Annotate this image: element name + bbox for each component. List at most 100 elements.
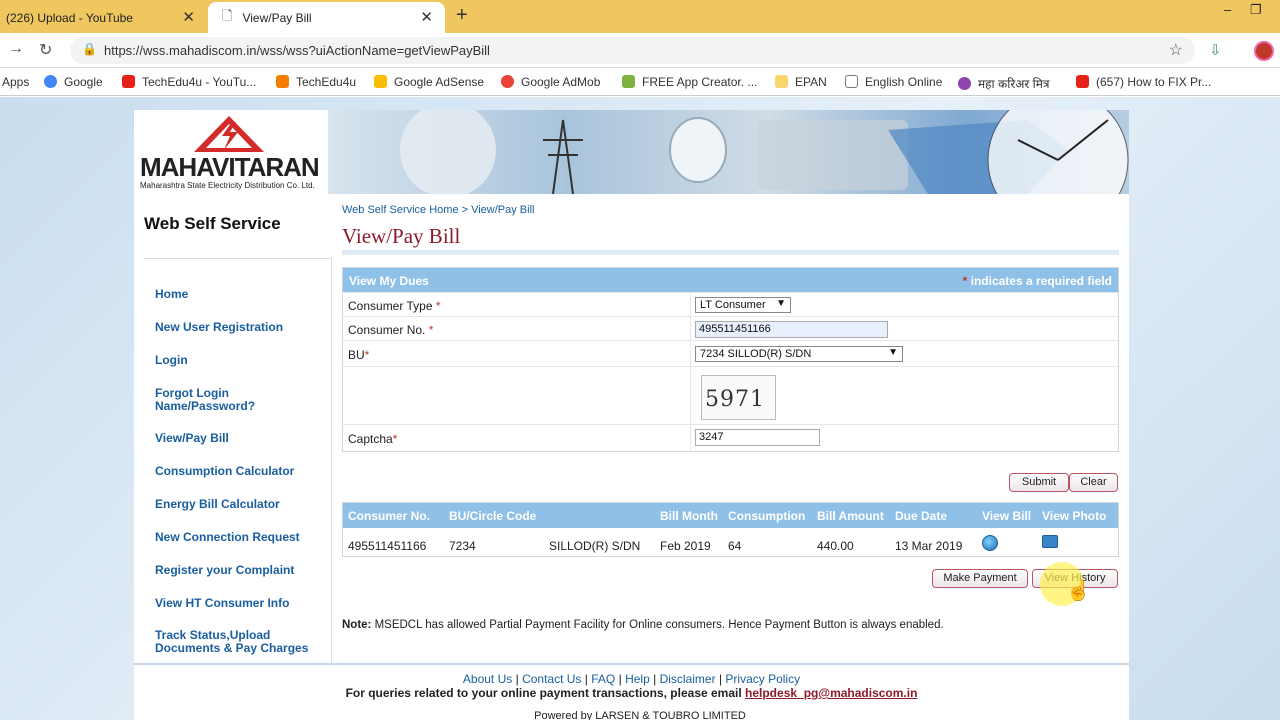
footer: About Us | Contact Us | FAQ | Help | Dis… bbox=[134, 663, 1129, 703]
page-background: MAHAVITARAN Maharashtra State Electricit… bbox=[0, 97, 1280, 720]
footer-link-faq[interactable]: FAQ bbox=[591, 672, 615, 686]
captcha-label: Captcha* bbox=[348, 432, 398, 446]
tab-view-pay-bill[interactable]: 🗋 View/Pay Bill ✕ bbox=[208, 2, 445, 33]
close-tab-icon[interactable]: ✕ bbox=[182, 8, 195, 26]
consumer-no-input[interactable]: 495511451166 bbox=[695, 321, 888, 338]
bookmark-maha-career[interactable]: महा करिअर मित्र bbox=[958, 75, 1050, 92]
bookmark-star-icon[interactable]: ☆ bbox=[1169, 40, 1183, 60]
url-field[interactable]: 🔒 https://wss.mahadiscom.in/wss/wss?uiAc… bbox=[70, 37, 1195, 64]
footer-link-about[interactable]: About Us bbox=[463, 672, 512, 686]
bookmark-techedu4u[interactable]: TechEdu4u bbox=[276, 75, 356, 89]
make-payment-button[interactable]: Make Payment bbox=[932, 569, 1028, 588]
cell-circle: SILLOD(R) S/DN bbox=[549, 539, 641, 553]
page-icon: 🗋 bbox=[222, 7, 233, 23]
bookmark-how-to-fix[interactable]: (657) How to FIX Pr... bbox=[1076, 75, 1211, 89]
forward-icon[interactable]: → bbox=[8, 40, 24, 58]
adsense-icon bbox=[374, 75, 387, 88]
bookmark-epan[interactable]: EPAN bbox=[775, 75, 827, 89]
footer-link-disclaimer[interactable]: Disclaimer bbox=[660, 672, 716, 686]
restore-icon[interactable]: ❐ bbox=[1250, 2, 1262, 18]
app-creator-icon bbox=[622, 75, 635, 88]
cell-bill-amount: 440.00 bbox=[817, 539, 854, 553]
sidebar-item-new-user-registration[interactable]: New User Registration bbox=[155, 321, 283, 334]
camera-icon[interactable] bbox=[1042, 535, 1058, 548]
lock-icon: 🔒 bbox=[82, 42, 97, 56]
consumer-type-select[interactable]: LT Consumer ▼ bbox=[695, 297, 791, 313]
sidebar-item-track-status[interactable]: Track Status,Upload Documents & Pay Char… bbox=[155, 629, 325, 655]
reload-icon[interactable]: ↻ bbox=[39, 40, 52, 60]
col-bill-month: Bill Month bbox=[660, 509, 718, 523]
sidebar-item-register-complaint[interactable]: Register your Complaint bbox=[155, 564, 294, 577]
col-bu-circle-code: BU/Circle Code bbox=[449, 509, 537, 523]
youtube-icon bbox=[122, 75, 135, 88]
bookmark-free-app-creator[interactable]: FREE App Creator. ... bbox=[622, 75, 757, 89]
cell-due-date: 13 Mar 2019 bbox=[895, 539, 963, 553]
sidebar-item-login[interactable]: Login bbox=[155, 354, 188, 367]
bookmark-english-online[interactable]: English Online bbox=[845, 75, 942, 89]
folder-icon bbox=[775, 75, 788, 88]
view-bill-icon[interactable] bbox=[982, 535, 998, 551]
row-bu: BU* 7234 SILLOD(R) S/DN ▼ bbox=[343, 340, 1118, 366]
col-bill-amount: Bill Amount bbox=[817, 509, 884, 523]
mahavitaran-logo[interactable]: MAHAVITARAN Maharashtra State Electricit… bbox=[134, 110, 328, 194]
bookmark-techedu4u-youtube[interactable]: TechEdu4u - YouTu... bbox=[122, 75, 256, 89]
tab-title: (226) Upload - YouTube bbox=[6, 10, 133, 25]
payment-note: Note: MSEDCL has allowed Partial Payment… bbox=[342, 619, 944, 631]
bookmark-google[interactable]: Google bbox=[44, 75, 103, 89]
col-view-photo: View Photo bbox=[1042, 509, 1107, 523]
footer-link-contact[interactable]: Contact Us bbox=[522, 672, 581, 686]
bu-label: BU* bbox=[348, 348, 370, 362]
hand-cursor-icon: ☝ bbox=[1066, 580, 1091, 602]
maha-career-icon bbox=[958, 77, 971, 90]
extension-icon[interactable]: ⇩ bbox=[1209, 41, 1222, 59]
tab-youtube[interactable]: (226) Upload - YouTube ✕ bbox=[0, 2, 207, 33]
dropdown-arrow-icon: ▼ bbox=[776, 298, 786, 309]
form-header: View My Dues * indicates a required fiel… bbox=[343, 268, 1118, 292]
footer-links: About Us | Contact Us | FAQ | Help | Dis… bbox=[462, 672, 801, 686]
breadcrumb[interactable]: Web Self Service Home > View/Pay Bill bbox=[342, 204, 534, 216]
bu-select[interactable]: 7234 SILLOD(R) S/DN ▼ bbox=[695, 346, 903, 362]
blogger-icon bbox=[276, 75, 289, 88]
youtube-icon bbox=[1076, 75, 1089, 88]
google-icon bbox=[44, 75, 57, 88]
sidebar: Home New User Registration Login Forgot … bbox=[144, 258, 332, 664]
row-consumer-no: Consumer No. * 495511451166 bbox=[343, 316, 1118, 340]
close-tab-icon[interactable]: ✕ bbox=[420, 8, 433, 26]
col-consumption: Consumption bbox=[728, 509, 806, 523]
col-view-bill: View Bill bbox=[982, 509, 1032, 523]
helpdesk-email-link[interactable]: helpdesk_pg@mahadiscom.in bbox=[745, 686, 917, 700]
footer-mail-note: For queries related to your online payme… bbox=[345, 686, 918, 700]
sidebar-item-view-ht-consumer-info[interactable]: View HT Consumer Info bbox=[155, 597, 289, 610]
footer-link-help[interactable]: Help bbox=[625, 672, 650, 686]
sidebar-item-home[interactable]: Home bbox=[155, 288, 188, 301]
bookmark-apps[interactable]: Apps bbox=[2, 75, 29, 89]
new-tab-icon[interactable]: + bbox=[456, 4, 468, 27]
url-text: https://wss.mahadiscom.in/wss/wss?uiActi… bbox=[104, 43, 490, 58]
bookmark-adsense[interactable]: Google AdSense bbox=[374, 75, 484, 89]
dropdown-arrow-icon: ▼ bbox=[888, 347, 898, 358]
bookmark-admob[interactable]: Google AdMob bbox=[501, 75, 600, 89]
sidebar-item-consumption-calculator[interactable]: Consumption Calculator bbox=[155, 465, 294, 478]
submit-button[interactable]: Submit bbox=[1009, 473, 1069, 492]
sidebar-item-energy-bill-calculator[interactable]: Energy Bill Calculator bbox=[155, 498, 280, 511]
bookmarks-bar: Apps Google TechEdu4u - YouTu... TechEdu… bbox=[0, 69, 1280, 96]
bills-table: Consumer No. BU/Circle Code Bill Month C… bbox=[342, 502, 1119, 557]
captcha-input[interactable]: 3247 bbox=[695, 429, 820, 446]
browser-tab-bar: (226) Upload - YouTube ✕ 🗋 View/Pay Bill… bbox=[0, 0, 1280, 33]
site-container: MAHAVITARAN Maharashtra State Electricit… bbox=[134, 110, 1129, 720]
sidebar-item-new-connection-request[interactable]: New Connection Request bbox=[155, 531, 300, 544]
required-note: * indicates a required field bbox=[962, 274, 1112, 288]
consumer-type-label: Consumer Type * bbox=[348, 299, 441, 313]
address-bar: → ↻ 🔒 https://wss.mahadiscom.in/wss/wss?… bbox=[0, 33, 1280, 68]
page-title: View/Pay Bill bbox=[342, 224, 461, 248]
sidebar-item-forgot-login[interactable]: Forgot Login Name/Password? bbox=[155, 387, 285, 413]
header-divider bbox=[342, 250, 1119, 255]
clear-button[interactable]: Clear bbox=[1069, 473, 1118, 492]
sidebar-item-view-pay-bill[interactable]: View/Pay Bill bbox=[155, 432, 229, 445]
page-icon bbox=[845, 75, 858, 88]
footer-link-privacy[interactable]: Privacy Policy bbox=[725, 672, 800, 686]
avatar[interactable] bbox=[1254, 41, 1274, 61]
minimize-icon[interactable]: – bbox=[1224, 2, 1231, 17]
cell-consumer-no: 495511451166 bbox=[348, 539, 427, 553]
form-header-title: View My Dues bbox=[349, 274, 429, 288]
